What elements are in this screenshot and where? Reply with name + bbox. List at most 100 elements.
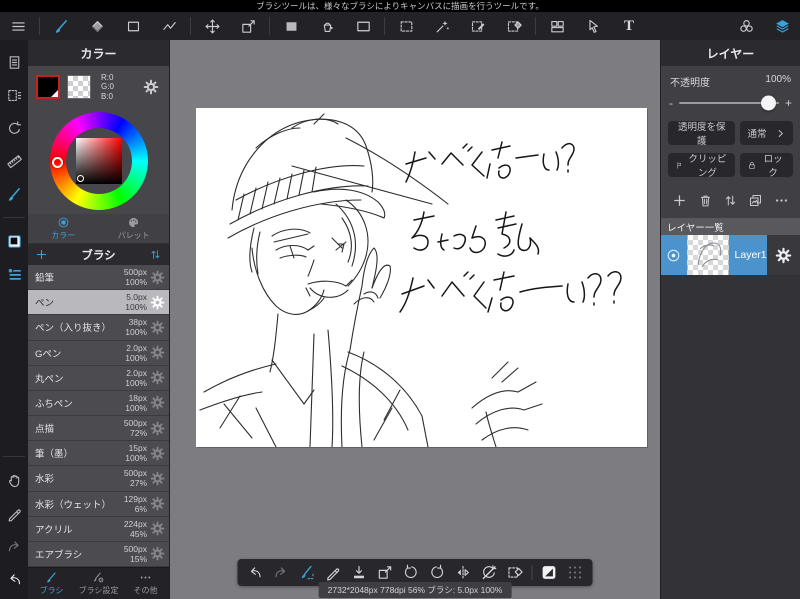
gear-icon[interactable]	[150, 270, 165, 285]
brush-select-toggle-button[interactable]	[295, 561, 320, 584]
material-button[interactable]	[728, 13, 764, 39]
fill-rect-tool-button[interactable]	[273, 13, 309, 39]
brush-item[interactable]: エアブラシ 500px 15%	[28, 541, 169, 567]
canvas[interactable]: かべくなーい? ちょっときみ	[196, 108, 647, 447]
sort-brushes-icon[interactable]	[149, 248, 162, 261]
text-tool-button[interactable]: T	[611, 13, 647, 39]
lock-button[interactable]: ロック	[740, 153, 793, 179]
gear-icon[interactable]	[150, 320, 165, 335]
color-settings-button[interactable]	[141, 77, 161, 97]
primary-color-swatch[interactable]	[36, 75, 60, 99]
select-list-button[interactable]	[4, 85, 24, 105]
magic-wand-tool-button[interactable]	[424, 13, 460, 39]
gear-icon[interactable]	[150, 395, 165, 410]
transform-tool-button[interactable]	[230, 13, 266, 39]
eraser-tool-button[interactable]	[79, 13, 115, 39]
slider-minus[interactable]: -	[669, 96, 673, 110]
bucket-tool-button[interactable]	[309, 13, 345, 39]
canvas-workspace[interactable]: かべくなーい? ちょっときみ	[170, 40, 660, 599]
tab-other[interactable]: その他	[122, 568, 169, 599]
layer-more-button[interactable]	[769, 190, 793, 210]
gear-icon[interactable]	[150, 345, 165, 360]
layers-toggle-button[interactable]	[764, 13, 800, 39]
shape-brush-tool-button[interactable]	[115, 13, 151, 39]
brush-item[interactable]: 点描 500px 72%	[28, 416, 169, 442]
color-wheel[interactable]	[28, 108, 169, 214]
gear-icon[interactable]	[150, 546, 165, 561]
move-tool-button[interactable]	[194, 13, 230, 39]
brush-item[interactable]: 水彩 500px 27%	[28, 466, 169, 492]
slider-thumb[interactable]	[760, 95, 776, 111]
flip-horizontal-button[interactable]	[451, 561, 476, 584]
clear-button[interactable]	[503, 561, 528, 584]
brush-item[interactable]: 筆（墨） 15px 100%	[28, 441, 169, 467]
duplicate-layer-button[interactable]	[744, 190, 768, 210]
gear-icon[interactable]	[150, 446, 165, 461]
sv-indicator[interactable]	[77, 175, 84, 182]
divide-tool-button[interactable]	[539, 13, 575, 39]
select-tool-button[interactable]	[388, 13, 424, 39]
export-button[interactable]	[373, 561, 398, 584]
slider-track[interactable]	[679, 95, 779, 111]
undo-button[interactable]	[4, 569, 24, 589]
layer-thumbnail[interactable]	[686, 235, 729, 275]
select-pen-tool-button[interactable]	[460, 13, 496, 39]
ruler-button[interactable]	[4, 151, 24, 171]
add-layer-button[interactable]	[668, 190, 692, 210]
protect-alpha-button[interactable]: 透明度を保護	[668, 121, 736, 147]
sort-layers-button[interactable]	[718, 190, 742, 210]
secondary-color-swatch[interactable]	[67, 75, 91, 99]
redo-button[interactable]	[269, 561, 294, 584]
pen-mode-button[interactable]	[4, 503, 24, 523]
pages-button[interactable]	[4, 52, 24, 72]
slider-plus[interactable]: +	[785, 96, 792, 110]
layer-row[interactable]: Layer1	[661, 235, 800, 275]
reset-rotation-button[interactable]	[4, 118, 24, 138]
gradient-tool-button[interactable]	[345, 13, 381, 39]
clipping-button[interactable]: クリッピング	[668, 153, 736, 179]
rotate-cw-button[interactable]	[425, 561, 450, 584]
gear-icon[interactable]	[150, 295, 165, 310]
brush-item[interactable]: ペン（入り抜き） 38px 100%	[28, 315, 169, 341]
polyline-tool-button[interactable]	[151, 13, 187, 39]
gear-icon[interactable]	[150, 370, 165, 385]
brush-item[interactable]: 丸ペン 2.0px 100%	[28, 365, 169, 391]
brush-tool-button[interactable]	[43, 13, 79, 39]
menu-button[interactable]	[0, 13, 36, 39]
reset-rotation-button[interactable]	[477, 561, 502, 584]
gear-icon[interactable]	[150, 521, 165, 536]
gear-icon[interactable]	[150, 421, 165, 436]
gear-icon[interactable]	[150, 471, 165, 486]
opacity-slider[interactable]: - +	[661, 91, 800, 117]
brush-item[interactable]: 鉛筆 500px 100%	[28, 265, 169, 291]
brush-item[interactable]: ふちペン 18px 100%	[28, 390, 169, 417]
gear-icon[interactable]	[150, 496, 165, 511]
invert-view-button[interactable]	[537, 561, 562, 584]
redo-button[interactable]	[4, 536, 24, 556]
hue-indicator[interactable]	[52, 157, 63, 168]
pen-button[interactable]	[321, 561, 346, 584]
tab-palette[interactable]: パレット	[99, 214, 170, 243]
toolbar-drag-handle[interactable]	[563, 561, 588, 584]
add-brush-icon[interactable]	[35, 248, 48, 261]
operation-tool-button[interactable]	[575, 13, 611, 39]
hand-tool-button[interactable]	[4, 470, 24, 490]
save-button[interactable]	[347, 561, 372, 584]
brush-item[interactable]: Gペン 2.0px 100%	[28, 340, 169, 366]
layer-settings-button[interactable]	[766, 235, 800, 275]
blend-mode-button[interactable]: 通常	[740, 121, 793, 145]
select-eraser-tool-button[interactable]	[496, 13, 532, 39]
tab-brush[interactable]: ブラシ	[28, 568, 75, 599]
brush-list-panel-button[interactable]	[4, 264, 24, 284]
rotate-ccw-button[interactable]	[399, 561, 424, 584]
tab-color[interactable]: カラー	[28, 214, 99, 243]
brush-item[interactable]: アクリル 224px 45%	[28, 516, 169, 542]
color-panel-button[interactable]	[4, 231, 24, 251]
brush-item-selected[interactable]: ペン 5.0px 100%	[28, 290, 169, 316]
undo-button[interactable]	[243, 561, 268, 584]
brush-item[interactable]: 水彩（ウェット） 129px 6%	[28, 491, 169, 517]
layer-visibility-toggle[interactable]	[661, 235, 687, 275]
delete-layer-button[interactable]	[693, 190, 717, 210]
brush-cursor-button[interactable]	[4, 184, 24, 204]
tab-brush-settings[interactable]: ブラシ設定	[75, 568, 122, 599]
